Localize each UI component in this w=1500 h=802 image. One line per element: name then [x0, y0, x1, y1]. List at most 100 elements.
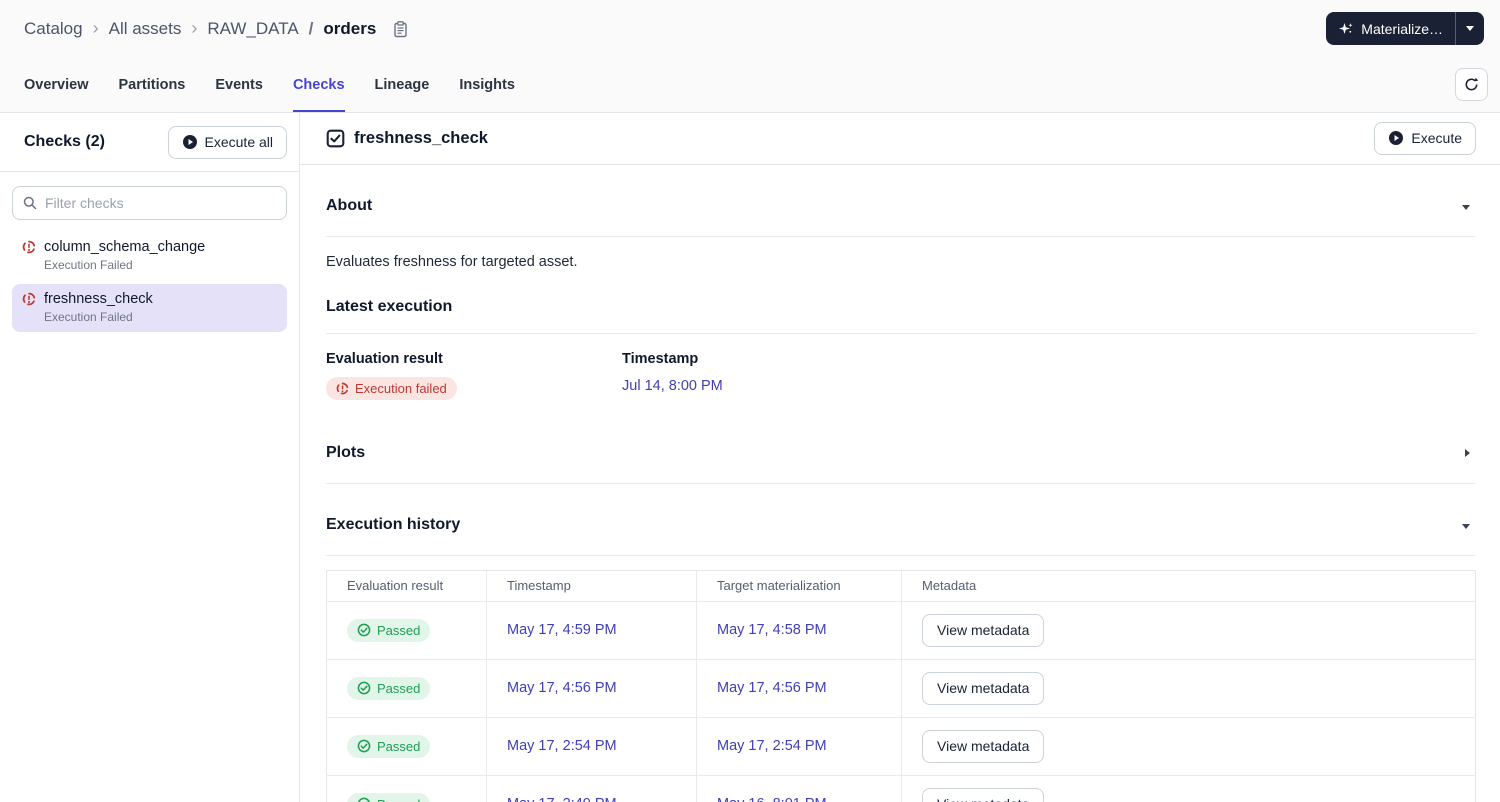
- view-metadata-button[interactable]: View metadata: [922, 613, 1045, 647]
- execution-failed-icon: [336, 382, 349, 395]
- tab-checks[interactable]: Checks: [292, 57, 345, 112]
- check-list-item-freshness-check[interactable]: freshness_check Execution Failed: [12, 284, 287, 332]
- materialize-label: Materialize…: [1361, 20, 1443, 37]
- latest-execution-fields: Evaluation result Execution failed Times…: [326, 351, 1476, 400]
- check-detail-body: About Evaluates freshness for targeted a…: [300, 165, 1500, 802]
- passed-badge-label: Passed: [377, 680, 421, 696]
- column-header-evaluation-result: Evaluation result: [326, 570, 487, 602]
- check-name: column_schema_change: [44, 239, 206, 255]
- check-circle-icon: [357, 681, 371, 695]
- latest-timestamp-link[interactable]: Jul 14, 8:00 PM: [622, 378, 723, 394]
- target-materialization-link[interactable]: May 17, 4:58 PM: [717, 622, 827, 638]
- tab-overview[interactable]: Overview: [24, 57, 89, 112]
- breadcrumb-all-assets[interactable]: All assets: [109, 19, 182, 39]
- check-title: freshness_check: [354, 128, 488, 147]
- expand-plots-button[interactable]: [1461, 440, 1474, 466]
- materialize-button[interactable]: Materialize…: [1326, 12, 1455, 45]
- passed-badge: Passed: [347, 676, 431, 700]
- breadcrumb-catalog[interactable]: Catalog: [24, 19, 83, 39]
- view-metadata-button[interactable]: View metadata: [922, 671, 1045, 705]
- refresh-icon: [1463, 76, 1480, 93]
- check-name: freshness_check: [44, 291, 153, 307]
- timestamp-label: Timestamp: [622, 350, 699, 367]
- view-metadata-button[interactable]: View metadata: [922, 787, 1045, 802]
- table-row: Passed May 17, 4:59 PM May 17, 4:58 PM V…: [326, 601, 1476, 660]
- check-detail-panel: freshness_check Execute About Evaluates …: [300, 113, 1500, 802]
- column-header-target-materialization: Target materialization: [696, 570, 902, 602]
- tab-partitions[interactable]: Partitions: [119, 57, 186, 112]
- check-square-icon: [326, 129, 345, 148]
- about-section-header: About: [326, 165, 1476, 237]
- target-materialization-link[interactable]: May 17, 2:54 PM: [717, 738, 827, 754]
- breadcrumb-separator-icon: ›: [191, 18, 198, 38]
- tab-lineage[interactable]: Lineage: [375, 57, 430, 112]
- content-area: Checks (2) Execute all Filter checks col…: [0, 113, 1500, 802]
- execute-button[interactable]: Execute: [1374, 121, 1476, 155]
- check-circle-icon: [357, 739, 371, 753]
- plots-heading: Plots: [326, 443, 366, 461]
- play-circle-icon: [1388, 130, 1404, 146]
- check-status: Execution Failed: [44, 258, 133, 272]
- execution-history-heading: Execution history: [326, 515, 461, 533]
- tab-insights[interactable]: Insights: [459, 57, 515, 112]
- view-metadata-button[interactable]: View metadata: [922, 729, 1045, 763]
- sparkle-icon: [1338, 21, 1354, 37]
- clipboard-icon: [392, 20, 409, 38]
- execution-timestamp-link[interactable]: May 17, 4:56 PM: [507, 680, 617, 696]
- column-header-timestamp: Timestamp: [486, 570, 697, 602]
- evaluation-result-label: Evaluation result: [326, 350, 443, 367]
- search-icon: [22, 195, 38, 211]
- filter-checks-input[interactable]: [12, 186, 287, 220]
- breadcrumb: Catalog › All assets › RAW_DATA / orders: [24, 18, 409, 39]
- chevron-down-icon: [1466, 26, 1474, 31]
- materialize-caret-button[interactable]: [1456, 12, 1484, 45]
- table-row: Passed May 17, 4:56 PM May 17, 4:56 PM V…: [326, 659, 1476, 718]
- check-circle-icon: [357, 797, 371, 802]
- play-circle-icon: [182, 134, 198, 150]
- target-materialization-link[interactable]: May 17, 4:56 PM: [717, 680, 827, 696]
- plots-section-header: Plots: [326, 412, 1476, 484]
- collapse-execution-history-button[interactable]: [1458, 512, 1474, 538]
- breadcrumb-separator-icon: ›: [92, 18, 99, 38]
- copy-asset-key-button[interactable]: [392, 20, 409, 38]
- chevron-down-icon: [1462, 204, 1470, 210]
- tab-events[interactable]: Events: [215, 57, 263, 112]
- latest-execution-section-header: Latest execution: [326, 270, 1476, 334]
- execution-timestamp-link[interactable]: May 17, 2:54 PM: [507, 738, 617, 754]
- passed-badge-label: Passed: [377, 797, 420, 802]
- execute-all-label: Execute all: [204, 134, 273, 150]
- checks-sidebar: Checks (2) Execute all Filter checks col…: [0, 113, 300, 802]
- chevron-right-icon: [1465, 448, 1470, 457]
- execution-timestamp-link[interactable]: May 17, 2:49 PM: [507, 796, 617, 802]
- checks-sidebar-header: Checks (2) Execute all: [0, 113, 299, 172]
- execution-history-table: Evaluation result Timestamp Target mater…: [326, 569, 1476, 802]
- table-row: Passed May 17, 2:54 PM May 17, 2:54 PM V…: [326, 717, 1476, 776]
- check-circle-icon: [357, 623, 371, 637]
- top-bar: Catalog › All assets › RAW_DATA / orders: [0, 0, 1500, 57]
- target-materialization-link[interactable]: May 16, 8:01 PM: [717, 796, 827, 802]
- execute-all-button[interactable]: Execute all: [167, 125, 287, 159]
- breadcrumb-slash: /: [308, 18, 314, 38]
- execution-failed-icon: [22, 292, 36, 306]
- execution-failed-badge: Execution failed: [326, 376, 457, 400]
- check-list-item-column-schema-change[interactable]: column_schema_change Execution Failed: [12, 232, 287, 280]
- check-detail-header: freshness_check Execute: [300, 113, 1500, 165]
- passed-badge: Passed: [347, 792, 431, 802]
- table-row: Passed May 17, 2:49 PM May 16, 8:01 PM V…: [326, 775, 1476, 802]
- refresh-button[interactable]: [1455, 68, 1488, 101]
- execution-failed-icon: [22, 240, 36, 254]
- passed-badge: Passed: [347, 618, 431, 642]
- check-status: Execution Failed: [44, 310, 133, 324]
- execution-timestamp-link[interactable]: May 17, 4:59 PM: [507, 622, 617, 638]
- passed-badge: Passed: [347, 734, 431, 758]
- asset-tabs: Overview Partitions Events Checks Lineag…: [0, 57, 1500, 113]
- execution-history-section-header: Execution history: [326, 484, 1476, 556]
- checks-count-title: Checks (2): [24, 133, 105, 150]
- about-heading: About: [326, 196, 373, 214]
- passed-badge-label: Passed: [377, 738, 421, 754]
- latest-execution-heading: Latest execution: [326, 297, 453, 315]
- collapse-about-button[interactable]: [1458, 193, 1474, 219]
- breadcrumb-asset-name: orders: [323, 18, 377, 38]
- execute-label: Execute: [1411, 130, 1462, 147]
- breadcrumb-key-prefix[interactable]: RAW_DATA: [207, 19, 298, 39]
